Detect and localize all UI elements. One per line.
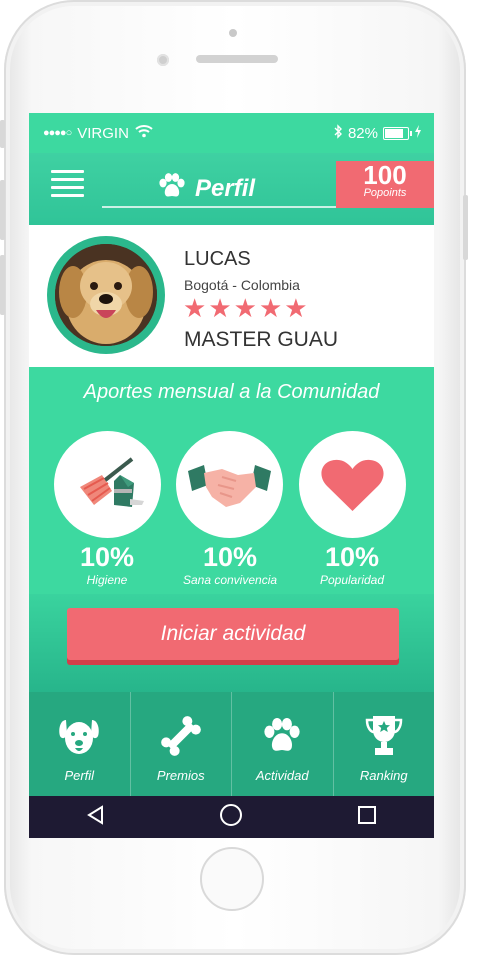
- tab-label-ranking: Ranking: [359, 768, 408, 783]
- header-title-group: Perfil: [157, 173, 255, 204]
- page-title: Perfil: [195, 174, 256, 202]
- carrier-name: VIRGIN: [77, 124, 129, 142]
- star-icon: ★: [233, 293, 257, 323]
- front-camera: [157, 54, 169, 66]
- title-underline: [102, 206, 362, 208]
- proximity-sensor: [229, 29, 237, 37]
- star-icon: ★: [208, 293, 232, 323]
- points-label: Popoints: [363, 187, 407, 199]
- signal-strength: ●●●●○: [43, 127, 72, 139]
- rating-stars: ★ ★ ★ ★ ★: [183, 295, 308, 321]
- coexistence-value: 10%: [202, 542, 258, 572]
- dog-avatar: [55, 244, 157, 346]
- hygiene-value: 10%: [79, 542, 135, 572]
- coexistence-label: Sana convivencia: [182, 573, 278, 587]
- recents-square-icon[interactable]: [356, 804, 378, 831]
- tab-ranking[interactable]: Ranking: [332, 692, 435, 796]
- dog-face-icon: [29, 714, 130, 758]
- paw-icon: [157, 173, 187, 204]
- points-badge: 100 Popoints: [336, 161, 434, 208]
- broom-dustpan-icon[interactable]: [54, 431, 161, 538]
- points-value: 100: [363, 160, 407, 190]
- system-nav-bar: [29, 796, 434, 838]
- app-screen: ●●●●○ VIRGIN 82% Perfil 100 Popoints LUC…: [29, 113, 434, 838]
- volume-down-button: [0, 255, 5, 315]
- paw-icon: [232, 714, 333, 756]
- star-icon: ★: [284, 293, 308, 323]
- tab-label-perfil: Perfil: [64, 768, 95, 783]
- action-section: Iniciar actividad: [29, 594, 434, 692]
- star-icon: ★: [258, 293, 283, 323]
- status-bar: ●●●●○ VIRGIN 82%: [29, 113, 434, 153]
- charging-icon: [414, 125, 422, 142]
- app-header: Perfil 100 Popoints: [29, 153, 434, 225]
- mute-switch: [0, 120, 5, 148]
- volume-up-button: [0, 180, 5, 240]
- start-activity-button[interactable]: Iniciar actividad: [67, 608, 399, 660]
- user-name: LUCAS: [184, 248, 251, 270]
- power-button: [463, 195, 468, 260]
- battery-icon: [383, 127, 412, 140]
- tab-label-actividad: Actividad: [255, 768, 309, 783]
- bone-icon: [131, 714, 232, 758]
- hygiene-label: Higiene: [86, 573, 128, 587]
- heart-icon[interactable]: [299, 431, 406, 538]
- home-circle-icon[interactable]: [218, 802, 244, 833]
- popularity-label: Popularidad: [319, 573, 385, 587]
- wifi-icon: [135, 124, 153, 142]
- bluetooth-icon: [333, 124, 343, 143]
- tab-premios[interactable]: Premios: [129, 692, 232, 796]
- bottom-tab-bar: Perfil Premios Actividad Ranking: [29, 692, 434, 796]
- hamburger-menu-icon[interactable]: [51, 170, 84, 197]
- home-button[interactable]: [200, 847, 264, 911]
- back-triangle-icon[interactable]: [85, 804, 107, 831]
- contributions-section: Aportes mensual a la Comunidad 10% Higie…: [29, 367, 434, 594]
- earpiece-speaker: [196, 55, 278, 63]
- popularity-value: 10%: [324, 542, 380, 572]
- battery-percent: 82%: [347, 125, 378, 142]
- profile-card: LUCAS Bogotá - Colombia ★ ★ ★ ★ ★ MASTER…: [29, 225, 434, 367]
- contributions-title: Aportes mensual a la Comunidad: [83, 381, 380, 403]
- handshake-icon[interactable]: [176, 431, 283, 538]
- user-location: Bogotá - Colombia: [184, 277, 300, 293]
- trophy-icon: [334, 714, 435, 758]
- avatar[interactable]: [47, 236, 165, 354]
- user-rank: MASTER GUAU: [184, 328, 339, 351]
- tab-actividad[interactable]: Actividad: [231, 692, 333, 796]
- tab-perfil[interactable]: Perfil: [29, 692, 130, 796]
- star-icon: ★: [183, 293, 207, 323]
- tab-label-premios: Premios: [156, 768, 205, 783]
